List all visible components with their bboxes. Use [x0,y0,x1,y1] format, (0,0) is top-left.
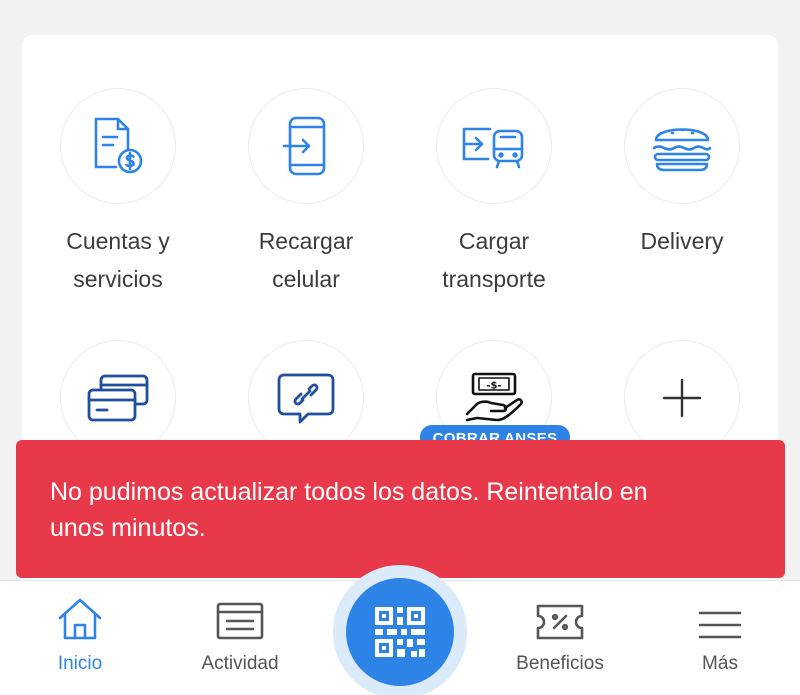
nav-label: Inicio [57,653,103,674]
error-snackbar[interactable]: No pudimos actualizar todos los datos. R… [16,440,785,578]
transport-card-icon [462,127,524,169]
shortcut-label-line1: Recargar [258,228,354,254]
nav-label: Beneficios [516,653,604,674]
shortcut-circle [60,340,176,456]
shortcut-circle [624,88,740,204]
coupon-icon [536,604,584,640]
shortcut-more[interactable] [592,340,772,456]
shortcut-cargar-transporte[interactable]: Cargar transporte [404,88,584,298]
snackbar-message-line2: unos minutos. [50,514,206,542]
shortcut-label-line1: Delivery [640,228,724,254]
phone-recharge-icon [282,116,326,176]
bill-dollar-icon [94,117,143,174]
shortcut-circle [624,340,740,456]
shortcut-cuentas-servicios[interactable]: Cuentas y servicios [28,88,208,298]
svg-text:-$-: -$- [486,381,501,392]
nav-item-actividad[interactable]: Actividad [160,581,320,675]
shortcut-delivery[interactable]: Delivery [592,88,772,260]
shortcut-circle [436,88,552,204]
shortcut-recargar-celular[interactable]: Recargar celular [216,88,396,298]
activity-icon [216,602,264,640]
nav-label: Actividad [201,653,279,674]
snackbar-message-line1: No pudimos actualizar todos los datos. R… [50,478,648,506]
nav-item-mas[interactable]: Más [640,581,800,675]
shortcut-label-line1: Cuentas y [66,228,170,254]
plus-icon [662,378,702,418]
qr-scan-button[interactable] [346,578,454,686]
nav-label: Más [702,653,738,674]
home-icon [58,598,102,640]
menu-icon [698,611,742,639]
shortcut-label-line2: servicios [73,266,163,292]
nav-item-beneficios[interactable]: Beneficios [480,581,640,675]
shortcut-label-line1: Cargar [458,228,530,254]
nav-item-inicio[interactable]: Inicio [0,581,160,675]
burger-icon [652,128,712,172]
cards-icon [87,374,149,422]
shortcut-circle [60,88,176,204]
shortcut-circle [248,88,364,204]
link-chat-icon [277,373,335,424]
shortcut-payment-link[interactable] [216,340,396,456]
qr-button-ring [333,565,467,695]
qr-code-icon [375,607,425,657]
shortcut-cards[interactable] [28,340,208,456]
shortcut-label-line2: transporte [442,266,546,292]
shortcut-circle [248,340,364,456]
cash-hand-icon: -$- [465,372,523,422]
shortcut-label-line2: celular [272,266,340,292]
